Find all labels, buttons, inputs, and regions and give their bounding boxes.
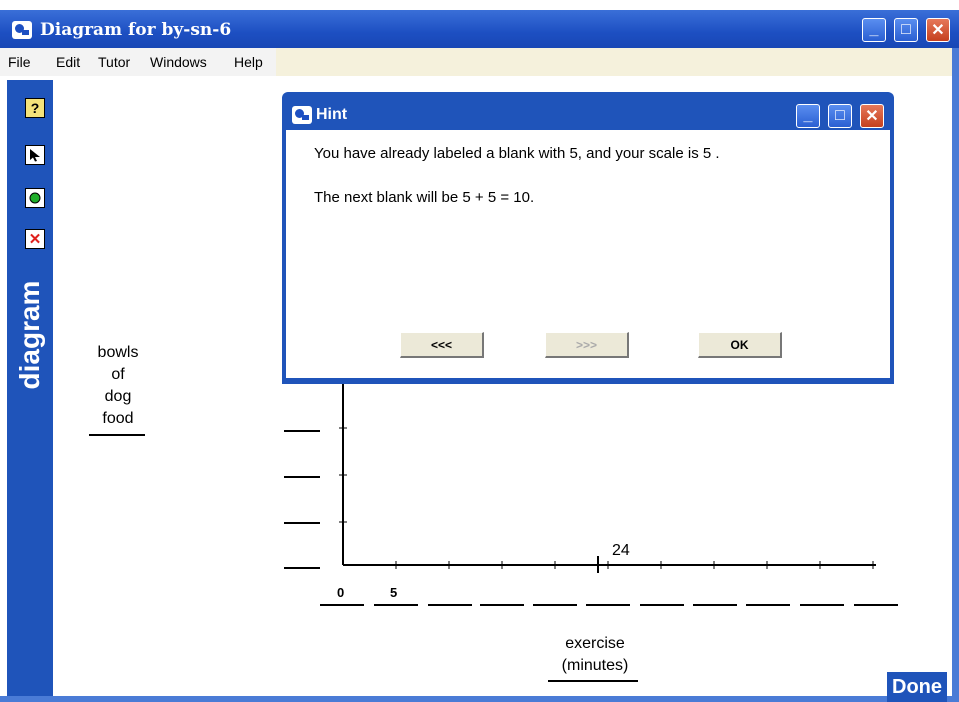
x-blank[interactable] (320, 604, 364, 606)
green-dot-icon (29, 192, 41, 204)
close-icon: ✕ (931, 22, 945, 39)
maximize-icon: □ (901, 21, 911, 38)
sidebar-label: diagram (14, 280, 45, 390)
y-blank[interactable] (284, 567, 320, 569)
ok-button[interactable]: OK (698, 332, 782, 358)
hint-message-line-2: The next blank will be 5 + 5 = 10. (314, 189, 535, 206)
hint-app-icon (292, 106, 312, 124)
menu-help[interactable]: Help (234, 54, 263, 70)
graph-axes (339, 380, 876, 573)
x-blank-value: 0 (337, 585, 345, 600)
x-blank[interactable] (533, 604, 577, 606)
y-label-line-2: of (111, 366, 125, 383)
menu-windows[interactable]: Windows (150, 54, 207, 70)
y-label-line-3: dog (104, 388, 132, 405)
y-label-underline (89, 434, 145, 436)
hint-tool-button[interactable]: ? (25, 98, 45, 118)
x-blank[interactable] (428, 604, 472, 606)
x-blank[interactable] (746, 604, 790, 606)
hint-title: Hint (316, 106, 348, 123)
maximize-button[interactable]: □ (894, 18, 918, 42)
x-blank[interactable] (640, 604, 684, 606)
x-blank[interactable] (854, 604, 898, 606)
app-icon (12, 21, 32, 39)
x-blank[interactable] (586, 604, 630, 606)
previous-hint-button[interactable]: <<< (400, 332, 484, 358)
delete-tool-button[interactable]: ✕ (25, 229, 45, 249)
menu-edit[interactable]: Edit (56, 54, 80, 70)
x-label-line-2: (minutes) (561, 657, 629, 674)
y-blank[interactable] (284, 476, 320, 478)
point-tool-button[interactable] (25, 188, 45, 208)
question-icon: ? (30, 100, 40, 116)
marked-point-label: 24 (612, 542, 630, 559)
window-right-border (952, 48, 959, 702)
y-label-line-4: food (102, 410, 134, 427)
x-axis-label[interactable]: exercise (minutes) (545, 633, 645, 677)
minimize-icon: _ (803, 107, 813, 124)
arrow-cursor-icon (30, 149, 40, 162)
close-icon: ✕ (865, 108, 879, 125)
done-button[interactable]: Done (887, 672, 947, 702)
y-blank[interactable] (284, 522, 320, 524)
red-x-icon: ✕ (28, 231, 42, 248)
x-blank[interactable] (800, 604, 844, 606)
minimize-icon: _ (869, 21, 879, 38)
maximize-icon: □ (835, 107, 845, 124)
minimize-button[interactable]: _ (862, 18, 886, 42)
window-bottom-border (0, 696, 959, 702)
y-blank[interactable] (284, 430, 320, 432)
y-axis-label[interactable]: bowls of dog food (88, 342, 148, 430)
y-label-line-1: bowls (97, 344, 139, 361)
x-blank-value: 5 (390, 585, 398, 600)
hint-minimize-button[interactable]: _ (796, 104, 820, 128)
menu-tutor[interactable]: Tutor (98, 54, 130, 70)
pointer-tool-button[interactable] (25, 145, 45, 165)
x-label-line-1: exercise (565, 635, 625, 652)
x-label-underline (548, 680, 638, 682)
window-title: Diagram for by-sn-6 (40, 20, 232, 40)
hint-message-line-1: You have already labeled a blank with 5,… (314, 145, 720, 162)
next-hint-button[interactable]: >>> (545, 332, 629, 358)
close-button[interactable]: ✕ (926, 18, 950, 42)
hint-maximize-button[interactable]: □ (828, 104, 852, 128)
x-blank[interactable] (374, 604, 418, 606)
x-blank[interactable] (480, 604, 524, 606)
x-blank[interactable] (693, 604, 737, 606)
menu-file[interactable]: File (8, 54, 31, 70)
hint-close-button[interactable]: ✕ (860, 104, 884, 128)
